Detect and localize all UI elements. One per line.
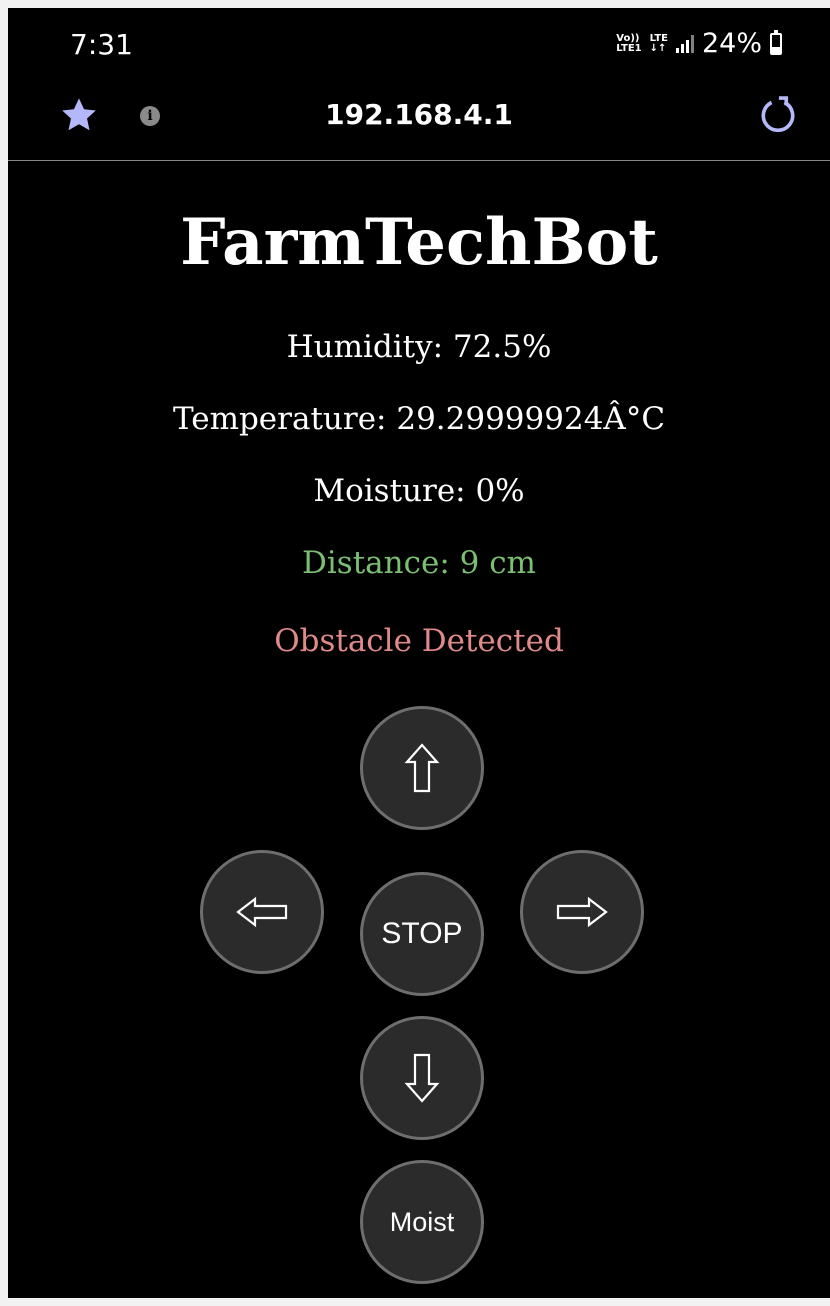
battery-icon xyxy=(770,29,782,55)
moist-label: Moist xyxy=(389,1206,455,1237)
status-time: 7:31 xyxy=(70,28,133,61)
page-title: FarmTechBot xyxy=(180,205,658,280)
lte-bottom: ↓↑ xyxy=(649,42,667,54)
phone-screen: 7:31 Vo)) LTE1 LTE ↓↑ 24% i 192.168.4.1 … xyxy=(8,8,830,1298)
browser-url-bar: i 192.168.4.1 xyxy=(8,80,830,161)
arrow-down-icon xyxy=(404,1053,440,1103)
signal-icon xyxy=(675,34,694,53)
arrow-left-icon xyxy=(236,896,288,928)
battery-percent: 24% xyxy=(701,28,762,59)
right-button[interactable] xyxy=(520,850,644,974)
temperature-reading: Temperature: 29.29999924Â°C xyxy=(172,401,666,437)
status-indicators: Vo)) LTE1 LTE ↓↑ 24% xyxy=(616,28,782,59)
obstacle-status: Obstacle Detected xyxy=(274,623,564,659)
status-bar: 7:31 Vo)) LTE1 LTE ↓↑ 24% xyxy=(8,8,830,80)
forward-button[interactable] xyxy=(360,706,484,830)
humidity-reading: Humidity: 72.5% xyxy=(286,329,552,365)
backward-button[interactable] xyxy=(360,1016,484,1140)
volte-indicator: Vo)) LTE1 xyxy=(616,32,642,54)
url-text[interactable]: 192.168.4.1 xyxy=(8,98,830,131)
lte-top: LTE xyxy=(649,32,668,44)
stop-label: STOP xyxy=(381,917,463,950)
moisture-reading: Moisture: 0% xyxy=(313,473,525,509)
moist-button[interactable]: Moist xyxy=(360,1160,484,1284)
arrow-right-icon xyxy=(556,896,608,928)
stop-button[interactable]: STOP xyxy=(360,872,484,996)
arrow-up-icon xyxy=(404,743,440,793)
lte-indicator: LTE ↓↑ xyxy=(649,32,668,54)
left-button[interactable] xyxy=(200,850,324,974)
reload-icon[interactable] xyxy=(756,94,800,138)
volte-top: Vo)) xyxy=(616,32,640,44)
distance-reading: Distance: 9 cm xyxy=(302,545,536,581)
volte-bottom: LTE1 xyxy=(616,42,642,54)
